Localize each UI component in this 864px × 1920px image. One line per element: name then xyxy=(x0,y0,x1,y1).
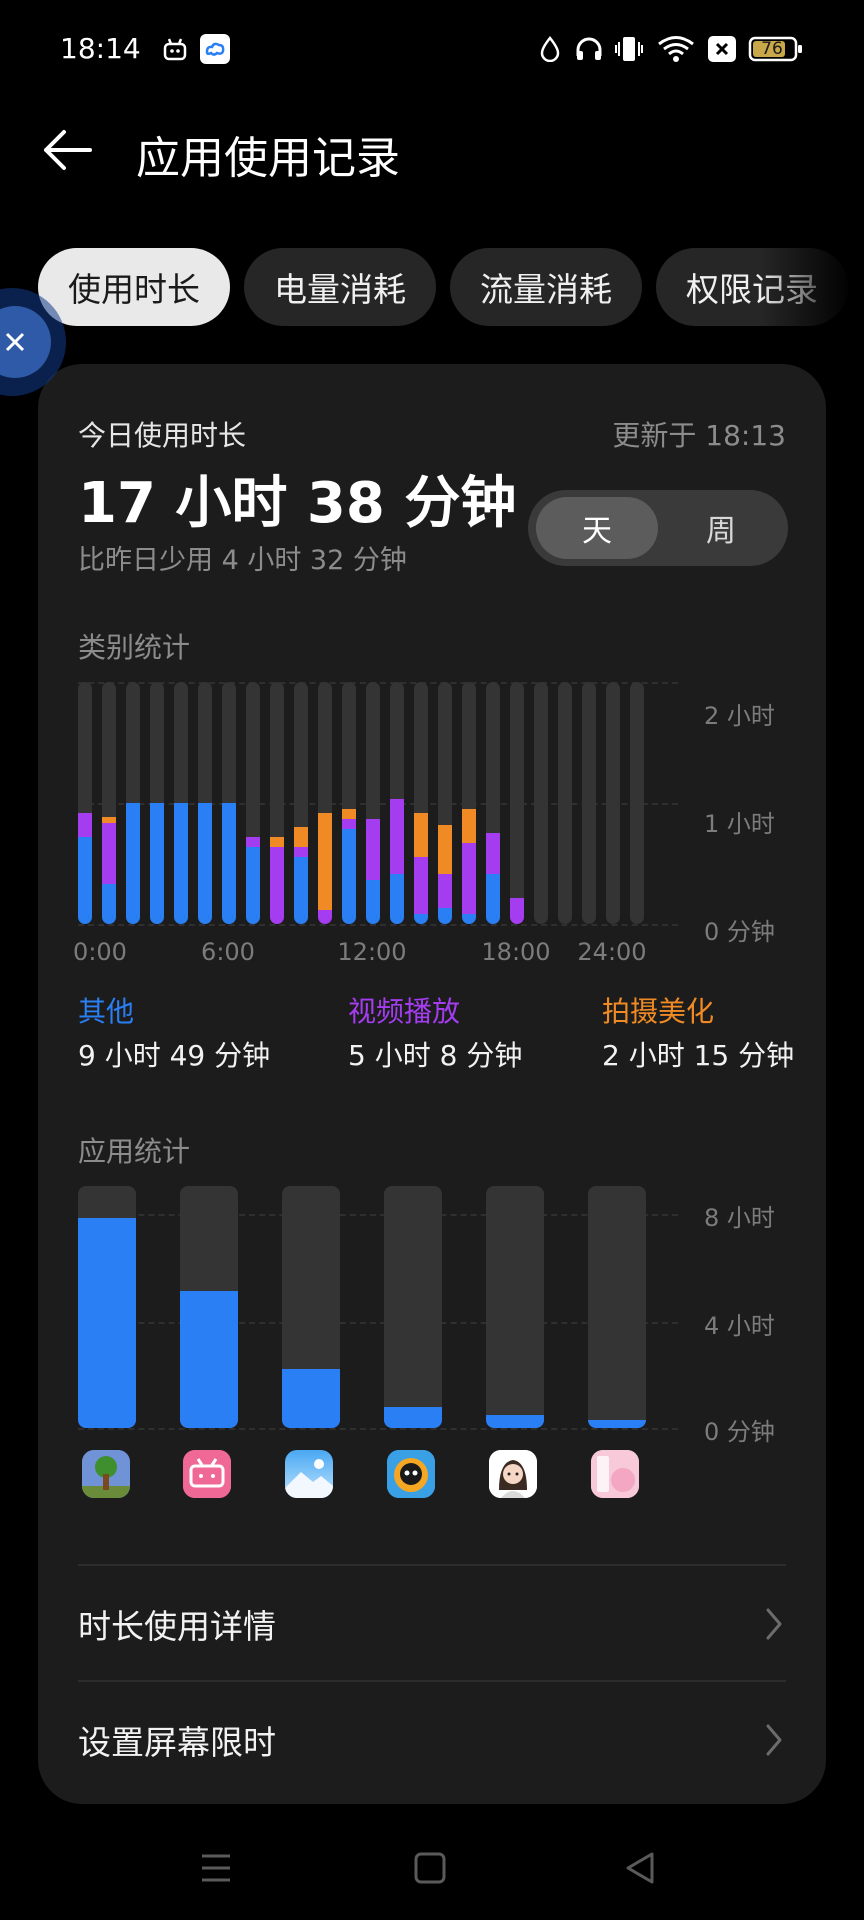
y-tick-label: 0 分钟 xyxy=(704,918,775,946)
period-day-button[interactable]: 天 xyxy=(536,497,658,559)
tab-bar: 使用时长 电量消耗 流量消耗 权限记录 xyxy=(38,248,864,326)
cloud-app-icon xyxy=(200,34,230,64)
gallery-icon[interactable] xyxy=(285,1450,333,1498)
back-button[interactable] xyxy=(38,120,98,180)
y-tick-label: 1 小时 xyxy=(704,810,775,838)
screen-limit-row[interactable]: 设置屏幕限时 xyxy=(78,1690,786,1790)
legend-video-value: 5 小时 8 分钟 xyxy=(348,1039,523,1072)
terraria-tree-icon[interactable] xyxy=(82,1450,130,1498)
category-section-title: 类别统计 xyxy=(78,631,191,664)
avatar-app-icon[interactable] xyxy=(489,1450,537,1498)
x-tick-label: 18:00 xyxy=(481,938,551,966)
sim-x-icon xyxy=(708,36,736,62)
bilibili-icon[interactable] xyxy=(183,1450,231,1498)
usage-details-row[interactable]: 时长使用详情 xyxy=(78,1574,786,1674)
legend-other-name: 其他 xyxy=(78,995,135,1028)
tab-data[interactable]: 流量消耗 xyxy=(450,248,642,326)
legend-camera-value: 2 小时 15 分钟 xyxy=(602,1039,795,1072)
compare-yesterday: 比昨日少用 4 小时 32 分钟 xyxy=(78,545,407,576)
today-usage-label: 今日使用时长 xyxy=(78,419,247,452)
status-time: 18:14 xyxy=(60,32,141,65)
tabs-fade xyxy=(760,244,864,330)
x-tick-label: 12:00 xyxy=(337,938,407,966)
chevron-right-icon xyxy=(766,1608,782,1640)
back-triangle-icon[interactable] xyxy=(622,1850,658,1890)
grid-line xyxy=(78,1428,678,1430)
y-tick-label: 2 小时 xyxy=(704,702,775,730)
screen-limit-label: 设置屏幕限时 xyxy=(78,1723,276,1762)
menu-lines-icon[interactable] xyxy=(196,1850,236,1890)
update-time: 更新于 18:13 xyxy=(612,419,786,452)
x-tick-label: 6:00 xyxy=(201,938,255,966)
y-tick-label: 4 小时 xyxy=(704,1312,775,1340)
divider xyxy=(78,1680,786,1682)
grid-line xyxy=(78,1322,678,1324)
divider xyxy=(78,1564,786,1566)
period-week-button[interactable]: 周 xyxy=(660,497,782,559)
tab-battery[interactable]: 电量消耗 xyxy=(244,248,436,326)
x-tick-label: 24:00 xyxy=(577,938,647,966)
page-title: 应用使用记录 xyxy=(136,133,400,184)
legend-video-name: 视频播放 xyxy=(348,995,461,1028)
yellow-character-app-icon[interactable] xyxy=(387,1450,435,1498)
close-icon xyxy=(5,332,25,352)
arrow-left-icon xyxy=(44,130,92,170)
y-tick-label: 8 小时 xyxy=(704,1204,775,1232)
pink-comic-app-icon[interactable] xyxy=(591,1450,639,1498)
x-tick-label: 0:00 xyxy=(73,938,127,966)
vibrate-icon xyxy=(614,34,644,64)
legend-camera-name: 拍摄美化 xyxy=(602,995,715,1028)
wifi-icon xyxy=(656,34,696,64)
total-usage-time: 17 小时 38 分钟 xyxy=(78,471,517,536)
android-bot-icon xyxy=(160,34,190,64)
water-drop-icon xyxy=(538,34,562,64)
home-square-icon[interactable] xyxy=(412,1850,448,1890)
usage-details-label: 时长使用详情 xyxy=(78,1607,276,1646)
app-section-title: 应用统计 xyxy=(78,1135,191,1168)
tab-usage-time[interactable]: 使用时长 xyxy=(38,248,230,326)
legend-other-value: 9 小时 49 分钟 xyxy=(78,1039,271,1072)
battery-level: 76 xyxy=(761,39,783,59)
headphones-icon xyxy=(574,34,604,64)
chevron-right-icon xyxy=(766,1724,782,1756)
y-tick-label: 0 分钟 xyxy=(704,1418,775,1446)
grid-line xyxy=(78,1214,678,1216)
